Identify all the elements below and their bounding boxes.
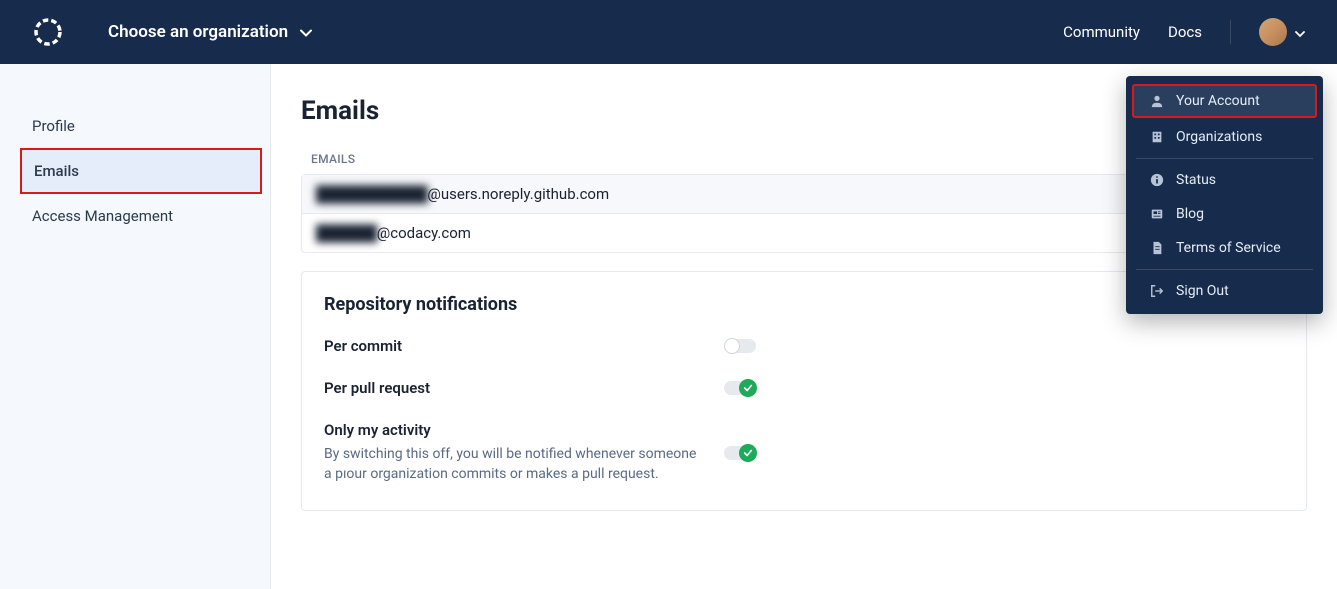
newspaper-icon [1150, 207, 1164, 221]
docs-link[interactable]: Docs [1168, 23, 1202, 41]
dropdown-divider [1136, 158, 1313, 159]
user-dropdown: Your Account Organizations Status Blog T… [1126, 76, 1323, 314]
email-domain: @users.noreply.github.com [427, 185, 609, 203]
check-icon [739, 379, 757, 397]
org-selector-label: Choose an organization [108, 22, 288, 42]
file-icon [1150, 241, 1164, 255]
email-masked: ██████ [316, 224, 377, 242]
toggle-per-pull-request[interactable] [724, 380, 756, 396]
user-icon [1150, 94, 1164, 108]
dropdown-item-terms[interactable]: Terms of Service [1132, 231, 1317, 265]
building-icon [1150, 130, 1164, 144]
setting-description: By switching this off, you will be notif… [324, 445, 704, 484]
community-link[interactable]: Community [1063, 23, 1140, 41]
user-menu-trigger[interactable] [1259, 18, 1305, 46]
header-right: Community Docs [1063, 18, 1305, 46]
setting-only-my-activity: Only my activity By switching this off, … [324, 421, 1284, 484]
setting-label: Only my activity [324, 421, 724, 439]
email-domain: @codacy.com [377, 224, 471, 242]
top-header: Choose an organization Community Docs [0, 0, 1337, 64]
dropdown-divider [1136, 269, 1313, 270]
dropdown-item-your-account[interactable]: Your Account [1132, 84, 1317, 118]
header-divider [1230, 20, 1231, 44]
avatar [1259, 18, 1287, 46]
setting-label: Per pull request [324, 379, 724, 397]
toggle-per-commit[interactable] [724, 338, 756, 354]
sidebar: Profile Emails Access Management [0, 64, 271, 589]
dropdown-label: Blog [1176, 206, 1204, 222]
dropdown-item-blog[interactable]: Blog [1132, 197, 1317, 231]
sidebar-item-profile[interactable]: Profile [0, 104, 270, 148]
codacy-logo-icon [32, 16, 64, 48]
dropdown-item-status[interactable]: Status [1132, 163, 1317, 197]
chevron-down-icon [300, 22, 312, 42]
toggle-only-my-activity[interactable] [724, 445, 756, 461]
setting-per-pull-request: Per pull request [324, 379, 1284, 397]
dropdown-label: Organizations [1176, 129, 1262, 145]
dropdown-label: Status [1176, 172, 1216, 188]
check-icon [739, 444, 757, 462]
email-masked: ███████████ [316, 185, 427, 203]
setting-label: Per commit [324, 337, 724, 355]
info-icon [1150, 173, 1164, 187]
dropdown-label: Terms of Service [1176, 240, 1281, 256]
dropdown-item-organizations[interactable]: Organizations [1132, 120, 1317, 154]
setting-per-commit: Per commit [324, 337, 1284, 355]
org-selector[interactable]: Choose an organization [108, 22, 312, 42]
signout-icon [1150, 284, 1164, 298]
sidebar-item-emails[interactable]: Emails [20, 148, 262, 194]
chevron-down-icon [1295, 23, 1305, 42]
dropdown-item-signout[interactable]: Sign Out [1132, 274, 1317, 308]
dropdown-label: Sign Out [1176, 283, 1229, 299]
dropdown-label: Your Account [1176, 93, 1260, 109]
sidebar-item-access-management[interactable]: Access Management [0, 194, 270, 238]
